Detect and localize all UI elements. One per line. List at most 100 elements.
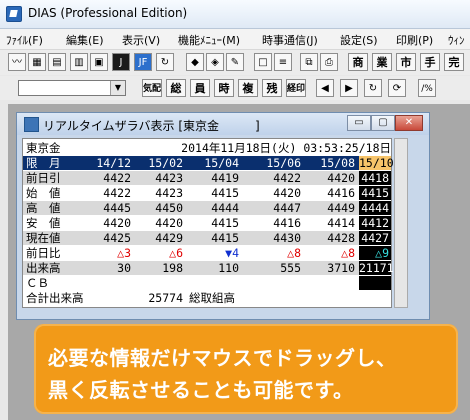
value-cell: 4430: [273, 231, 301, 245]
menu-edit[interactable]: 編集(E): [66, 32, 104, 48]
zaraba-title-bar[interactable]: リアルタイムザラバ表示 [東京金 ] ▭ ▢ ✕: [17, 113, 429, 135]
total-volume-value: 25774: [148, 291, 183, 305]
value-cell: 4420: [155, 216, 183, 230]
value-cell: 4423: [155, 171, 183, 185]
value-cell: △3: [117, 246, 131, 260]
table-icon[interactable]: ▦: [28, 53, 46, 71]
tb-btn-gyo[interactable]: 業: [372, 53, 392, 71]
highlight-cell: 21171: [359, 261, 394, 275]
tb-btn-kan[interactable]: 完: [444, 53, 464, 71]
value-cell: 4420: [273, 186, 301, 200]
menu-view[interactable]: 表示(V): [122, 32, 160, 48]
zaraba-board[interactable]: 東京金 2014年11月18日(火) 03:53:25/18日 限 月 14/1…: [22, 138, 394, 308]
value-cell: 4429: [155, 231, 183, 245]
timestamp: 2014年11月18日(火) 03:53:25/18日: [181, 141, 391, 155]
list-icon[interactable]: ▥: [70, 53, 88, 71]
market-name: 東京金: [26, 141, 61, 155]
tag-icon[interactable]: ◆: [186, 53, 204, 71]
value-cell: 4420: [103, 216, 131, 230]
month-cell-selected: 15/10: [359, 156, 394, 170]
tb-btn-sho[interactable]: 商: [348, 53, 368, 71]
highlight-cell: △9: [359, 246, 391, 260]
total-volume-row: 合計出来高 25774 総取組高: [23, 291, 391, 305]
tb-btn-zan[interactable]: 残: [262, 79, 282, 97]
edit-icon[interactable]: ✎: [226, 53, 244, 71]
row-label: 高 値: [26, 201, 61, 215]
blank-icon[interactable]: □: [254, 53, 272, 71]
menu-print[interactable]: 印刷(P): [396, 32, 433, 48]
highlight-cell: 4412: [359, 216, 391, 230]
tb-btn-in[interactable]: 員: [190, 79, 210, 97]
tb-btn-fuku[interactable]: 複: [238, 79, 258, 97]
value-cell: 4449: [327, 201, 355, 215]
row-label: 前日引: [26, 171, 61, 185]
tb-btn-shi[interactable]: 市: [396, 53, 416, 71]
prev-icon[interactable]: ◀: [316, 79, 334, 97]
row-label: 安 値: [26, 216, 61, 230]
value-cell: 4419: [211, 171, 239, 185]
highlight-cell: [359, 276, 391, 290]
next-icon[interactable]: ▶: [340, 79, 358, 97]
window-icon: [24, 117, 39, 132]
month-cell: 15/06: [266, 156, 301, 170]
value-cell: △8: [341, 246, 355, 260]
value-cell: 110: [218, 261, 239, 275]
value-cell: ▼4: [225, 246, 239, 260]
jf-icon[interactable]: JF: [134, 53, 152, 71]
value-cell: [81, 276, 131, 290]
menu-bar: ﾌｧｲﾙ(F) 編集(E) 表示(V) 機能ﾒﾆｭｰ(M) 時事通信(J) 設定…: [0, 29, 470, 50]
value-cell: △6: [169, 246, 183, 260]
percent-icon[interactable]: /%: [418, 79, 436, 97]
value-cell: 30: [117, 261, 131, 275]
grid-icon[interactable]: ▤: [48, 53, 66, 71]
zaraba-title: リアルタイムザラバ表示 [東京金 ]: [43, 119, 260, 133]
menu-file[interactable]: ﾌｧｲﾙ(F): [6, 32, 43, 48]
copy-icon[interactable]: ⧉: [300, 53, 318, 71]
maximize-button[interactable]: ▢: [371, 115, 395, 131]
close-button[interactable]: ✕: [395, 115, 423, 131]
symbol-combo[interactable]: ▼: [18, 80, 126, 96]
menu-functions[interactable]: 機能ﾒﾆｭｰ(M): [178, 32, 240, 48]
board-scrollbar[interactable]: [394, 138, 408, 308]
value-cell: 4422: [273, 171, 301, 185]
tb-btn-te[interactable]: 手: [420, 53, 440, 71]
row-label: 出来高: [26, 261, 61, 275]
note-icon[interactable]: ◈: [206, 53, 224, 71]
value-cell: 555: [280, 261, 301, 275]
highlight-cell: 4415: [359, 186, 391, 200]
stack-icon[interactable]: ≡: [274, 53, 292, 71]
open-interest-label: 総取組高: [189, 291, 235, 305]
value-cell: △8: [287, 246, 301, 260]
value-cell: 4428: [327, 231, 355, 245]
rotate-icon[interactable]: ↻: [364, 79, 382, 97]
menu-jiji[interactable]: 時事通信(J): [262, 32, 318, 48]
minimize-button[interactable]: ▭: [347, 115, 371, 131]
banner-line-1: 必要な情報だけマウスでドラッグし、: [48, 346, 397, 370]
board-row: 現在値 4425 4429 4415 4430 4428 4427: [23, 231, 391, 245]
tb-btn-keiin[interactable]: 経印: [286, 79, 306, 97]
tb-btn-kehai[interactable]: 気配: [142, 79, 162, 97]
value-cell: 4423: [155, 186, 183, 200]
toolbar-primary: 〰 ▦ ▤ ▥ ▣ J JF ↻ ◆ ◈ ✎ □ ≡ ⧉ ⎙ 商 業 市 手 完: [0, 50, 470, 75]
month-cell: 15/08: [320, 156, 355, 170]
menu-window[interactable]: ｳｨﾝ: [448, 32, 465, 48]
menu-settings[interactable]: 設定(S): [340, 32, 378, 48]
row-label: 前日比: [26, 246, 61, 260]
row-label: 現在値: [26, 231, 61, 245]
refresh-icon[interactable]: ↻: [156, 53, 174, 71]
total-volume-label: 合計出来高: [26, 291, 84, 305]
chart-icon[interactable]: 〰: [8, 53, 26, 71]
value-cell: 4415: [211, 186, 239, 200]
list-alt-icon[interactable]: ▣: [90, 53, 108, 71]
print-icon[interactable]: ⎙: [320, 53, 338, 71]
chevron-down-icon[interactable]: ▼: [110, 81, 125, 95]
sync-icon[interactable]: ⟳: [388, 79, 406, 97]
tb-btn-so[interactable]: 総: [166, 79, 186, 97]
j-icon[interactable]: J: [112, 53, 130, 71]
board-row: 出来高 30 198 110 555 3710 21171: [23, 261, 394, 275]
toolbar-secondary: ▼ 気配 総 員 時 複 残 経印 ◀ ▶ ↻ ⟳ /%: [0, 76, 470, 100]
months-label: 限 月: [26, 156, 61, 170]
tb-btn-ji[interactable]: 時: [214, 79, 234, 97]
row-label: ＣＢ: [26, 276, 49, 290]
promo-banner: 必要な情報だけマウスでドラッグし、 黒く反転させることも可能です。: [34, 324, 458, 414]
